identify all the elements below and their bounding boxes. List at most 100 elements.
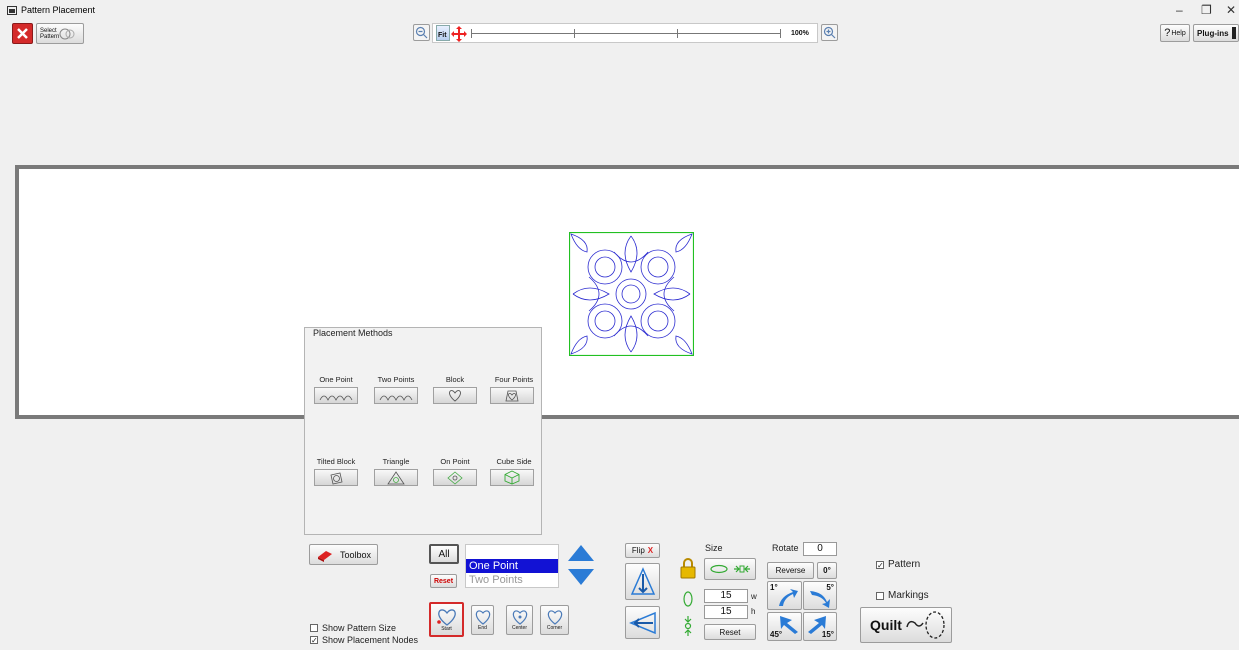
one-point-button[interactable] bbox=[314, 387, 358, 404]
anchor-end-button[interactable]: End bbox=[471, 605, 494, 635]
list-item-one-point[interactable]: One Point bbox=[466, 559, 558, 573]
markings-box[interactable] bbox=[876, 591, 884, 600]
deg-1-label: 1° bbox=[770, 583, 778, 592]
plugins-label: Plug-ins bbox=[1197, 28, 1229, 38]
move-down-button[interactable] bbox=[566, 567, 596, 587]
size-reset-label: Reset bbox=[719, 627, 741, 637]
anchor-corner-button[interactable]: Corner bbox=[540, 605, 569, 635]
stretch-height-button[interactable] bbox=[681, 590, 695, 608]
rotate-ccw-1-button[interactable]: 1° bbox=[767, 581, 802, 610]
show-placement-nodes-box[interactable]: ✓ bbox=[310, 636, 318, 645]
tilted-block-icon bbox=[330, 472, 343, 484]
two-points-button[interactable] bbox=[374, 387, 418, 404]
reset-list-button[interactable]: Reset bbox=[430, 574, 457, 588]
zoom-tick bbox=[677, 29, 678, 38]
shrink-height-button[interactable] bbox=[680, 615, 696, 637]
height-input[interactable]: 15 bbox=[704, 605, 748, 619]
app-icon bbox=[7, 5, 17, 15]
stretch-width-button[interactable] bbox=[704, 558, 756, 580]
select-pattern-label: Select Pattern bbox=[40, 27, 60, 40]
window-title: Pattern Placement bbox=[7, 5, 95, 15]
anchor-start-label: Start bbox=[441, 625, 452, 632]
close-window-button[interactable]: ✕ bbox=[1226, 3, 1236, 17]
anchor-start-button[interactable]: Start bbox=[429, 602, 464, 637]
flip-horizontal-icon bbox=[628, 611, 656, 634]
quilt-button[interactable]: Quilt bbox=[860, 607, 952, 643]
placement-methods-title: Placement Methods bbox=[311, 328, 395, 338]
plugins-button[interactable]: Plug-ins bbox=[1193, 24, 1239, 42]
list-item-two-points[interactable]: Two Points bbox=[466, 573, 558, 587]
rotate-45-button[interactable]: 45° bbox=[767, 612, 802, 641]
zoom-tick bbox=[471, 29, 472, 38]
flip-button[interactable]: Flip X bbox=[625, 543, 660, 558]
flip-x-label: X bbox=[647, 546, 654, 555]
zoom-track bbox=[471, 33, 781, 34]
rotate-input[interactable]: 0 bbox=[803, 542, 837, 556]
stretch-width-icon bbox=[710, 564, 728, 574]
method-label: Block bbox=[445, 375, 465, 384]
zoom-fit-button[interactable]: Fit bbox=[436, 25, 450, 41]
flip-horizontal-button[interactable] bbox=[625, 606, 660, 639]
show-placement-nodes-label: Show Placement Nodes bbox=[322, 635, 419, 645]
rotate-15-button[interactable]: 15° bbox=[803, 612, 837, 641]
on-point-button[interactable] bbox=[433, 469, 477, 486]
rotate-zero-button[interactable]: 0° bbox=[817, 562, 837, 579]
method-label: On Point bbox=[440, 457, 470, 466]
reset-list-label: Reset bbox=[433, 577, 454, 585]
help-label: Help bbox=[1171, 29, 1186, 37]
help-button[interactable]: ? Help bbox=[1160, 24, 1190, 42]
placement-method-list[interactable]: One Point Two Points bbox=[465, 544, 559, 588]
flip-vertical-button[interactable] bbox=[625, 563, 660, 600]
all-button[interactable]: All bbox=[429, 544, 459, 564]
method-label: Triangle bbox=[382, 457, 410, 466]
zoom-out-button[interactable] bbox=[413, 24, 430, 41]
pattern-checkbox[interactable]: ✓ Pattern bbox=[876, 559, 920, 570]
tilted-block-button[interactable] bbox=[314, 469, 358, 486]
show-pattern-size-label: Show Pattern Size bbox=[322, 623, 397, 633]
rotate-label: Rotate bbox=[772, 543, 799, 553]
deg-5-label: 5° bbox=[826, 583, 834, 592]
pattern-preview[interactable] bbox=[569, 232, 694, 356]
select-pattern-button[interactable]: Select Pattern bbox=[36, 23, 84, 44]
four-points-icon bbox=[505, 390, 519, 401]
pattern-box[interactable]: ✓ bbox=[876, 560, 884, 569]
block-icon bbox=[449, 390, 461, 402]
shrink-height-icon bbox=[684, 616, 692, 636]
size-reset-button[interactable]: Reset bbox=[704, 624, 756, 640]
zoom-in-button[interactable] bbox=[821, 24, 838, 41]
markings-checkbox[interactable]: Markings bbox=[876, 590, 929, 601]
method-label: Four Points bbox=[494, 375, 534, 384]
cube-side-button[interactable] bbox=[490, 469, 534, 486]
width-input[interactable]: 15 bbox=[704, 589, 748, 603]
anchor-end-label: End bbox=[478, 625, 487, 631]
reverse-button[interactable]: Reverse bbox=[767, 562, 814, 579]
heart-corner-icon bbox=[547, 610, 562, 625]
rotate-cw-5-button[interactable]: 5° bbox=[803, 581, 837, 610]
fit-label: Fit bbox=[438, 32, 447, 39]
shrink-width-icon bbox=[734, 565, 750, 573]
zoom-slider[interactable]: Fit 100% bbox=[432, 23, 818, 43]
markings-label: Markings bbox=[888, 590, 929, 601]
toolbox-button[interactable]: Toolbox bbox=[309, 544, 378, 565]
zoom-tick bbox=[574, 29, 575, 38]
four-points-button[interactable] bbox=[490, 387, 534, 404]
triangle-button[interactable] bbox=[374, 469, 418, 486]
deg-15-label: 15° bbox=[821, 630, 834, 639]
anchor-center-button[interactable]: Center bbox=[506, 605, 533, 635]
block-button[interactable] bbox=[433, 387, 477, 404]
cancel-button[interactable] bbox=[12, 23, 33, 44]
minimize-button[interactable]: – bbox=[1176, 3, 1183, 17]
show-pattern-size-checkbox[interactable]: Show Pattern Size bbox=[310, 623, 396, 633]
toolbox-icon bbox=[317, 550, 332, 562]
height-unit: h bbox=[751, 607, 756, 616]
rotate-ccw-small-icon bbox=[778, 588, 798, 606]
restore-button[interactable]: ❐ bbox=[1201, 3, 1212, 17]
lock-aspect-button[interactable] bbox=[679, 557, 697, 579]
plug-icon bbox=[1231, 27, 1236, 39]
show-placement-nodes-checkbox[interactable]: ✓ Show Placement Nodes bbox=[310, 635, 418, 645]
move-up-button[interactable] bbox=[566, 543, 596, 563]
heart-end-icon bbox=[475, 610, 490, 625]
method-label: Two Points bbox=[377, 375, 415, 384]
width-unit: w bbox=[751, 592, 757, 601]
show-pattern-size-box[interactable] bbox=[310, 624, 318, 632]
